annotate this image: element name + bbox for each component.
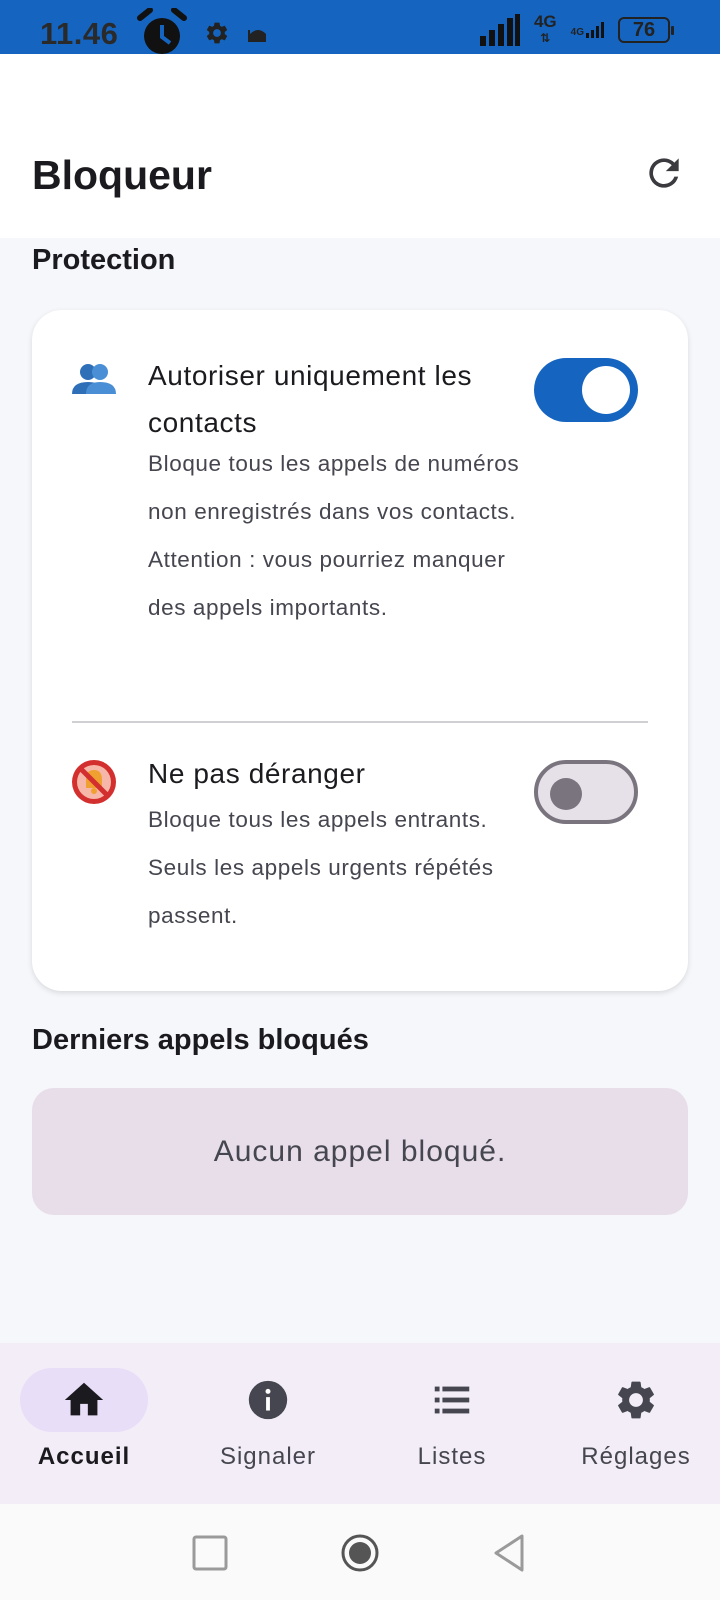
signal-icon — [479, 14, 520, 46]
settings-icon — [618, 1381, 654, 1419]
status-time: 11.46 — [40, 16, 119, 51]
list-icon — [434, 1386, 470, 1414]
protection-card: Autoriser uniquement les contacts Bloque… — [32, 310, 688, 991]
app-bar: Bloqueur — [0, 54, 720, 238]
option-title-dnd: Ne pas déranger — [148, 758, 366, 789]
recent-blocked-title: Derniers appels bloqués — [32, 1024, 369, 1056]
nav-label-lists: Listes — [417, 1443, 487, 1470]
protection-section-title: Protection — [32, 244, 176, 276]
nav-label-home: Accueil — [37, 1443, 131, 1470]
mosque-icon — [248, 30, 266, 42]
toggle-knob — [582, 366, 630, 414]
refresh-icon[interactable] — [642, 151, 686, 195]
option-title-contacts: Autoriser uniquement les contacts — [148, 360, 473, 438]
contacts-only-toggle[interactable] — [534, 358, 638, 422]
toggle-knob — [550, 778, 582, 810]
do-not-disturb-toggle[interactable] — [534, 760, 638, 824]
signal-small-icon — [586, 22, 604, 38]
settings-status-icon — [206, 22, 228, 44]
back-icon[interactable] — [488, 1532, 530, 1574]
page-title: Bloqueur — [32, 152, 212, 198]
battery-level: 76 — [632, 18, 656, 41]
nav-label-settings: Réglages — [581, 1443, 691, 1470]
option-description-contacts: Bloque tous les appels de numéros non en… — [148, 451, 520, 620]
divider — [72, 721, 648, 723]
do-not-disturb-icon — [72, 760, 116, 804]
empty-message: Aucun appel bloqué. — [213, 1134, 507, 1168]
option-description-dnd: Bloque tous les appels entrants. Seuls l… — [148, 807, 494, 928]
system-navigation — [0, 1504, 720, 1600]
home-icon — [64, 1382, 104, 1416]
nav-item-lists[interactable]: Listes — [368, 1343, 548, 1504]
empty-state: Aucun appel bloqué. — [32, 1088, 688, 1215]
nav-label-report: Signaler — [219, 1443, 317, 1470]
alarm-icon — [137, 8, 187, 54]
battery-icon: 76 — [618, 17, 674, 43]
nav-item-settings[interactable]: Réglages — [552, 1343, 720, 1504]
bottom-navigation: Accueil Signaler Listes Réglages — [0, 1343, 720, 1504]
nav-item-home[interactable]: Accueil — [0, 1343, 180, 1504]
nav-item-report[interactable]: Signaler — [184, 1343, 364, 1504]
recents-icon[interactable] — [189, 1532, 231, 1574]
status-bar: 11.46 4G ⇅ 4G 76 — [0, 0, 720, 54]
status-right: 4G ⇅ 4G 76 — [479, 12, 674, 46]
contacts-icon — [72, 364, 116, 394]
secondary-signal: 4G — [571, 22, 604, 38]
home-system-icon[interactable] — [339, 1532, 381, 1574]
network-type: 4G ⇅ — [533, 12, 557, 45]
info-icon — [248, 1380, 288, 1420]
